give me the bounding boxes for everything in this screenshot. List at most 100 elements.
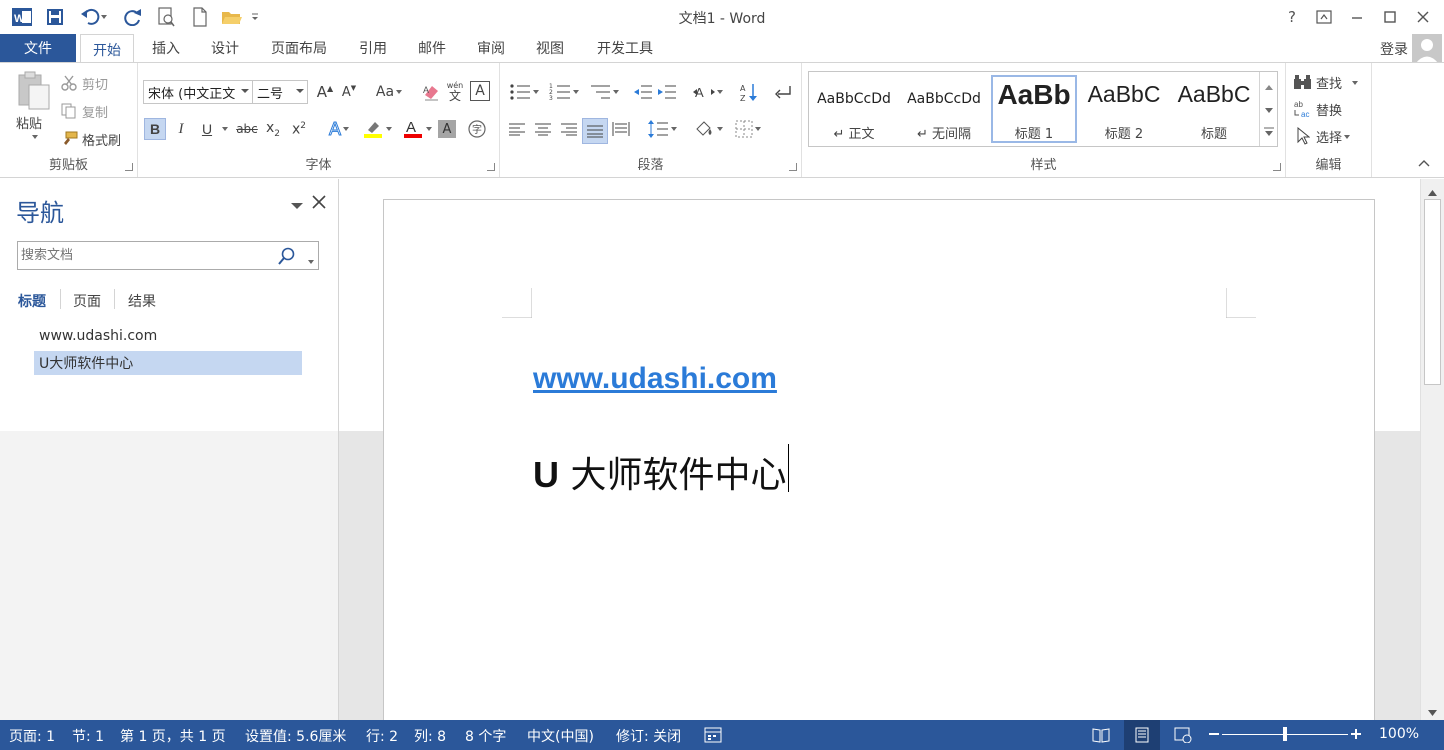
web-layout-icon[interactable] bbox=[1174, 727, 1192, 747]
tab-file[interactable]: 文件 bbox=[0, 34, 76, 62]
document-heading[interactable]: U 大师软件中心 bbox=[533, 446, 786, 498]
tab-review[interactable]: 审阅 bbox=[468, 34, 514, 62]
status-section[interactable]: 节: 1 bbox=[72, 726, 104, 746]
nav-tab-results[interactable]: 结果 bbox=[128, 291, 156, 311]
increase-indent-icon[interactable] bbox=[656, 81, 678, 103]
subscript-icon[interactable]: x2 bbox=[262, 118, 284, 140]
tab-page-layout[interactable]: 页面布局 bbox=[262, 34, 336, 62]
clipboard-launcher-icon[interactable] bbox=[125, 163, 133, 171]
italic-icon[interactable]: I bbox=[170, 118, 192, 140]
status-track-changes[interactable]: 修订: 关闭 bbox=[616, 726, 681, 746]
bold-icon[interactable]: B bbox=[144, 118, 166, 140]
style-normal[interactable]: AaBbCcDd ↵ 正文 bbox=[811, 75, 897, 143]
enclose-characters-icon[interactable]: 字 bbox=[466, 118, 488, 140]
nav-tab-headings[interactable]: 标题 bbox=[18, 291, 46, 311]
numbering-icon[interactable]: 123 bbox=[546, 81, 582, 103]
align-left-icon[interactable] bbox=[506, 118, 528, 140]
zoom-slider-thumb[interactable] bbox=[1283, 727, 1287, 741]
distributed-icon[interactable] bbox=[610, 118, 632, 140]
copy-icon[interactable] bbox=[58, 100, 80, 122]
gallery-scroll-up-icon[interactable] bbox=[1265, 79, 1273, 94]
status-language[interactable]: 中文(中国) bbox=[527, 726, 594, 746]
print-layout-icon[interactable] bbox=[1124, 720, 1160, 750]
tab-mailings[interactable]: 邮件 bbox=[409, 34, 455, 62]
paste-dropdown-icon[interactable] bbox=[30, 135, 38, 139]
avatar[interactable] bbox=[1412, 34, 1442, 64]
replace-button[interactable]: 替换 bbox=[1316, 100, 1342, 119]
zoom-level[interactable]: 100% bbox=[1379, 726, 1419, 742]
zoom-in-icon[interactable] bbox=[1350, 728, 1362, 744]
nav-heading-item[interactable]: www.udashi.com bbox=[34, 324, 302, 348]
replace-icon[interactable]: ab ac bbox=[1292, 98, 1314, 120]
clear-formatting-icon[interactable]: A bbox=[420, 81, 442, 103]
close-window-icon[interactable] bbox=[1412, 6, 1434, 28]
paste-button[interactable]: 粘贴 bbox=[16, 113, 42, 132]
style-title[interactable]: AaBbC 标题 bbox=[1171, 75, 1257, 143]
font-size-combo[interactable]: 二号 bbox=[252, 80, 308, 104]
multilevel-list-icon[interactable] bbox=[586, 81, 622, 103]
tab-references[interactable]: 引用 bbox=[350, 34, 396, 62]
highlight-color-icon[interactable] bbox=[360, 118, 394, 140]
status-page[interactable]: 页面: 1 bbox=[9, 726, 55, 746]
search-icon[interactable] bbox=[278, 247, 296, 269]
tab-insert[interactable]: 插入 bbox=[142, 34, 190, 62]
chinese-layout-icon[interactable]: A bbox=[690, 81, 726, 103]
font-launcher-icon[interactable] bbox=[487, 163, 495, 171]
status-word-count[interactable]: 8 个字 bbox=[465, 726, 506, 746]
help-button[interactable]: ? bbox=[1281, 6, 1303, 28]
zoom-slider[interactable] bbox=[1222, 727, 1348, 741]
minimize-icon[interactable] bbox=[1346, 6, 1368, 28]
status-page-of[interactable]: 第 1 页，共 1 页 bbox=[120, 726, 226, 746]
font-color-icon[interactable]: A bbox=[400, 118, 434, 140]
cut-icon[interactable] bbox=[58, 72, 80, 94]
nav-tab-pages[interactable]: 页面 bbox=[73, 291, 101, 311]
style-heading-2[interactable]: AaBbC 标题 2 bbox=[1081, 75, 1167, 143]
tab-design[interactable]: 设计 bbox=[202, 34, 248, 62]
styles-launcher-icon[interactable] bbox=[1273, 163, 1281, 171]
ribbon-display-options-icon[interactable] bbox=[1313, 6, 1335, 28]
shading-icon[interactable] bbox=[690, 118, 726, 140]
document-hyperlink[interactable]: www.udashi.com bbox=[533, 362, 777, 396]
sign-in-link[interactable]: 登录 bbox=[1380, 39, 1408, 59]
align-center-icon[interactable] bbox=[532, 118, 554, 140]
collapse-ribbon-icon[interactable] bbox=[1418, 156, 1430, 171]
scroll-thumb[interactable] bbox=[1424, 199, 1441, 385]
show-paragraph-marks-icon[interactable] bbox=[772, 81, 794, 103]
status-position[interactable]: 设置值: 5.6厘米 bbox=[245, 726, 346, 746]
copy-button[interactable]: 复制 bbox=[82, 102, 108, 121]
paragraph-launcher-icon[interactable] bbox=[789, 163, 797, 171]
status-column[interactable]: 列: 8 bbox=[414, 726, 446, 746]
tab-home[interactable]: 开始 bbox=[80, 34, 134, 64]
phonetic-guide-icon[interactable]: wén 文 bbox=[444, 79, 466, 105]
decrease-indent-icon[interactable] bbox=[632, 81, 654, 103]
document-page[interactable]: www.udashi.com U 大师软件中心 bbox=[383, 199, 1375, 720]
font-name-combo[interactable]: 宋体 (中文正文 bbox=[143, 80, 253, 104]
borders-icon[interactable] bbox=[730, 118, 766, 140]
read-mode-icon[interactable] bbox=[1092, 727, 1110, 747]
gallery-more-icon[interactable] bbox=[1264, 126, 1274, 141]
gallery-scroll-down-icon[interactable] bbox=[1265, 103, 1273, 118]
paste-icon[interactable] bbox=[14, 71, 52, 111]
vertical-scrollbar[interactable] bbox=[1420, 179, 1444, 720]
tab-view[interactable]: 视图 bbox=[526, 34, 574, 62]
character-border-icon[interactable]: A bbox=[470, 81, 490, 101]
underline-dropdown-icon[interactable] bbox=[218, 118, 230, 140]
align-right-icon[interactable] bbox=[558, 118, 580, 140]
select-button[interactable]: 选择 bbox=[1316, 127, 1351, 146]
zoom-out-icon[interactable] bbox=[1208, 728, 1220, 744]
sort-icon[interactable]: AZ bbox=[738, 81, 760, 103]
select-cursor-icon[interactable] bbox=[1292, 125, 1314, 147]
character-shading-icon[interactable]: A bbox=[438, 120, 456, 138]
tab-developer[interactable]: 开发工具 bbox=[588, 34, 662, 62]
superscript-icon[interactable]: x2 bbox=[288, 118, 310, 140]
scroll-up-icon[interactable] bbox=[1428, 185, 1437, 200]
cut-button[interactable]: 剪切 bbox=[82, 74, 108, 93]
text-effects-icon[interactable]: A bbox=[324, 118, 354, 140]
underline-icon[interactable]: U bbox=[196, 118, 218, 140]
strikethrough-icon[interactable]: abc bbox=[234, 118, 260, 140]
line-spacing-icon[interactable] bbox=[644, 118, 680, 140]
justify-icon[interactable] bbox=[582, 118, 608, 144]
format-painter-button[interactable]: 格式刷 bbox=[82, 130, 121, 149]
nav-close-icon[interactable] bbox=[312, 195, 326, 213]
find-icon[interactable] bbox=[1292, 71, 1314, 93]
